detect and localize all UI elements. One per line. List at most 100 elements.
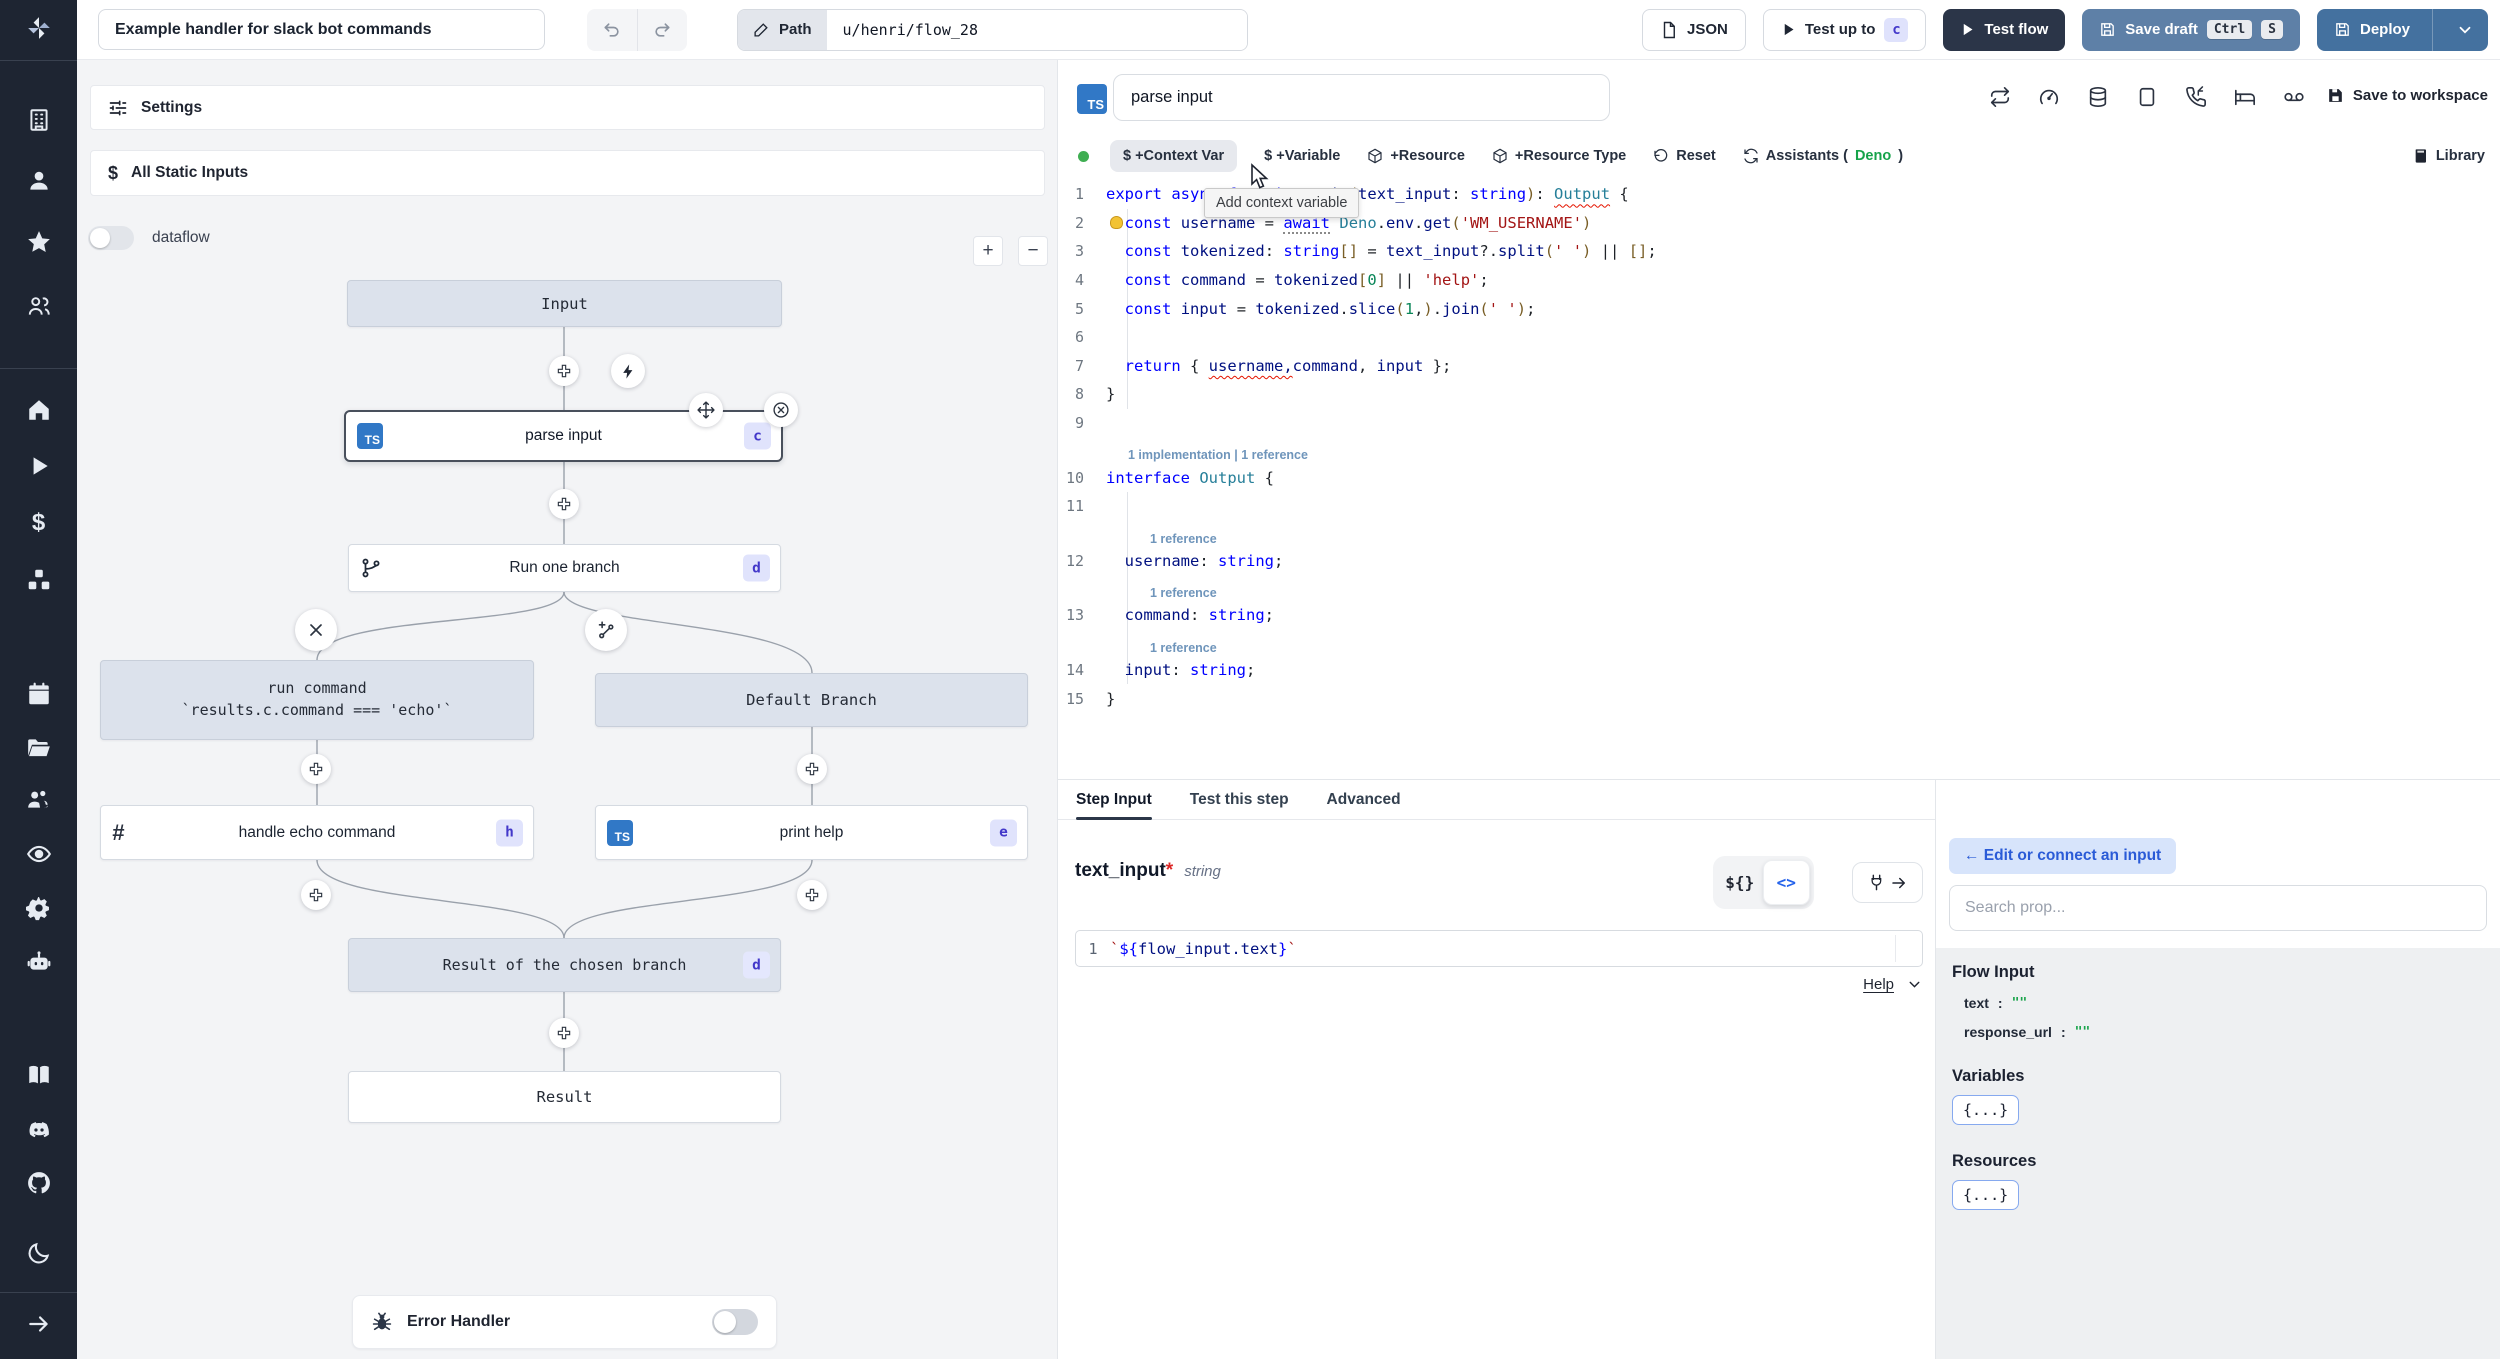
node-branch-result[interactable]: Result of the chosen branch d xyxy=(348,938,781,992)
step-name-input[interactable]: parse input xyxy=(1113,74,1610,121)
trigger-bolt-button[interactable] xyxy=(611,354,645,388)
code-line[interactable]: 3 const tokenized: string[] = text_input… xyxy=(1058,237,2500,266)
assistants-button[interactable]: Assistants (Deno) xyxy=(1743,148,1903,164)
add-step-button[interactable] xyxy=(797,754,827,784)
prop-row-text[interactable]: text : "" xyxy=(1964,995,2484,1011)
add-context-var-button[interactable]: $ +Context Var xyxy=(1110,140,1238,172)
audit-eye-icon[interactable] xyxy=(0,832,77,876)
schedules-calendar-icon[interactable] xyxy=(0,672,77,716)
codelens-link[interactable]: 1 reference xyxy=(1058,521,2500,547)
connect-input-button[interactable] xyxy=(1852,862,1923,903)
workspace-building-icon[interactable] xyxy=(0,98,77,142)
home-icon[interactable] xyxy=(0,388,77,432)
node-input[interactable]: Input xyxy=(347,280,782,327)
code-line[interactable]: 11 xyxy=(1058,492,2500,521)
lightbulb-icon[interactable] xyxy=(1110,215,1123,229)
node-result[interactable]: Result xyxy=(348,1071,781,1123)
tab-step-input[interactable]: Step Input xyxy=(1076,780,1152,820)
path-input[interactable]: u/henri/flow_28 xyxy=(826,9,1247,50)
code-line[interactable]: 5 const input = tokenized.slice(1,).join… xyxy=(1058,294,2500,323)
resources-object-chip[interactable]: {...} xyxy=(1952,1180,2020,1210)
code-line[interactable]: 14 input: string; xyxy=(1058,656,2500,685)
code-editor[interactable]: 1export async function main(text_input: … xyxy=(1058,180,2500,779)
node-run-one-branch[interactable]: Run one branch d xyxy=(348,544,781,592)
github-icon[interactable] xyxy=(0,1161,77,1205)
library-button[interactable]: Library xyxy=(2413,148,2500,164)
add-branch-button[interactable] xyxy=(585,609,627,651)
resources-cubes-icon[interactable] xyxy=(0,558,77,602)
code-line[interactable]: 15} xyxy=(1058,684,2500,713)
test-up-to-button[interactable]: Test up to c xyxy=(1762,8,1927,51)
codelens-link[interactable]: 1 reference xyxy=(1058,630,2500,656)
prop-row-response-url[interactable]: response_url : "" xyxy=(1964,1024,2484,1040)
undo-button[interactable] xyxy=(587,9,637,51)
code-line[interactable]: 4 const command = tokenized[0] || 'help'… xyxy=(1058,266,2500,295)
add-resource-type-button[interactable]: +Resource Type xyxy=(1492,148,1626,164)
node-print-help[interactable]: TS print help e xyxy=(595,805,1028,860)
redo-button[interactable] xyxy=(636,8,688,51)
template-mode-button[interactable]: ${} xyxy=(1717,860,1763,905)
test-flow-button[interactable]: Test flow xyxy=(1943,8,2066,51)
variables-object-chip[interactable]: {...} xyxy=(1952,1095,2020,1125)
code-line[interactable]: 10 interface Output { xyxy=(1058,463,2500,492)
search-prop-input[interactable]: Search prop... xyxy=(1949,885,2487,931)
path-label[interactable]: Path xyxy=(738,9,827,50)
code-line[interactable]: 7 return { username,command, input }; xyxy=(1058,352,2500,381)
add-step-button[interactable] xyxy=(549,356,579,386)
ai-robot-icon[interactable] xyxy=(0,940,77,984)
error-handler-toggle[interactable] xyxy=(712,1309,758,1335)
move-step-button[interactable] xyxy=(689,393,723,427)
folders-icon[interactable] xyxy=(0,726,77,770)
user-icon[interactable] xyxy=(0,159,77,203)
node-handle-echo-command[interactable]: # handle echo command h xyxy=(100,805,534,860)
windmill-logo-icon[interactable] xyxy=(0,6,77,50)
bed-icon[interactable] xyxy=(2234,86,2256,108)
database-icon[interactable] xyxy=(2087,86,2109,108)
json-button[interactable]: JSON xyxy=(1642,8,1746,51)
flow-title-input[interactable]: Example handler for slack bot commands xyxy=(98,9,545,50)
add-step-button[interactable] xyxy=(549,489,579,519)
tab-test-this-step[interactable]: Test this step xyxy=(1190,780,1289,819)
groups-users-icon[interactable] xyxy=(0,284,77,328)
delete-step-button[interactable] xyxy=(764,393,798,427)
chevron-down-icon[interactable] xyxy=(1906,976,1923,993)
add-resource-button[interactable]: +Resource xyxy=(1367,148,1465,164)
reset-button[interactable]: Reset xyxy=(1653,148,1716,164)
phone-incoming-icon[interactable] xyxy=(2185,86,2207,108)
codelens-link[interactable]: 1 implementation | 1 reference xyxy=(1058,437,2500,463)
code-line[interactable]: 12 username: string; xyxy=(1058,547,2500,576)
gauge-icon[interactable] xyxy=(2038,86,2060,108)
remove-branch-button[interactable] xyxy=(295,609,337,651)
add-step-button[interactable] xyxy=(301,754,331,784)
expression-editor[interactable]: 1 `${flow_input.text}` xyxy=(1075,930,1923,967)
node-default-branch[interactable]: Default Branch xyxy=(595,673,1028,727)
repeat-icon[interactable] xyxy=(1989,86,2011,108)
code-line[interactable]: 13 command: string; xyxy=(1058,601,2500,630)
voicemail-icon[interactable] xyxy=(2283,86,2305,108)
docs-book-icon[interactable] xyxy=(0,1053,77,1097)
tab-advanced[interactable]: Advanced xyxy=(1327,780,1401,819)
settings-gear-icon[interactable] xyxy=(0,886,77,930)
code-mode-button[interactable]: <> xyxy=(1762,860,1810,905)
help-link[interactable]: Help xyxy=(1863,976,1894,993)
runs-play-icon[interactable] xyxy=(0,444,77,488)
code-line[interactable]: 6 xyxy=(1058,323,2500,352)
variables-dollar-icon[interactable]: $ xyxy=(0,501,77,545)
save-to-workspace-button[interactable]: Save to workspace xyxy=(2326,86,2488,105)
square-icon[interactable] xyxy=(2136,86,2158,108)
code-line[interactable]: 8} xyxy=(1058,380,2500,409)
add-step-button[interactable] xyxy=(301,880,331,910)
collapse-arrow-right-icon[interactable] xyxy=(0,1302,77,1346)
dark-mode-moon-icon[interactable] xyxy=(0,1231,77,1275)
code-line[interactable]: 9 xyxy=(1058,409,2500,438)
workers-users-gear-icon[interactable] xyxy=(0,778,77,822)
add-variable-button[interactable]: $ +Variable xyxy=(1264,148,1340,164)
discord-icon[interactable] xyxy=(0,1108,77,1152)
add-step-button[interactable] xyxy=(549,1018,579,1048)
codelens-link[interactable]: 1 reference xyxy=(1058,575,2500,601)
edit-or-connect-button[interactable]: ← Edit or connect an input xyxy=(1949,838,2177,874)
favorites-star-icon[interactable] xyxy=(0,220,77,264)
save-draft-button[interactable]: Save draft Ctrl S xyxy=(2082,8,2300,51)
deploy-dropdown-button[interactable] xyxy=(2442,9,2488,51)
node-run-command-branch[interactable]: run command `results.c.command === 'echo'… xyxy=(100,660,534,740)
